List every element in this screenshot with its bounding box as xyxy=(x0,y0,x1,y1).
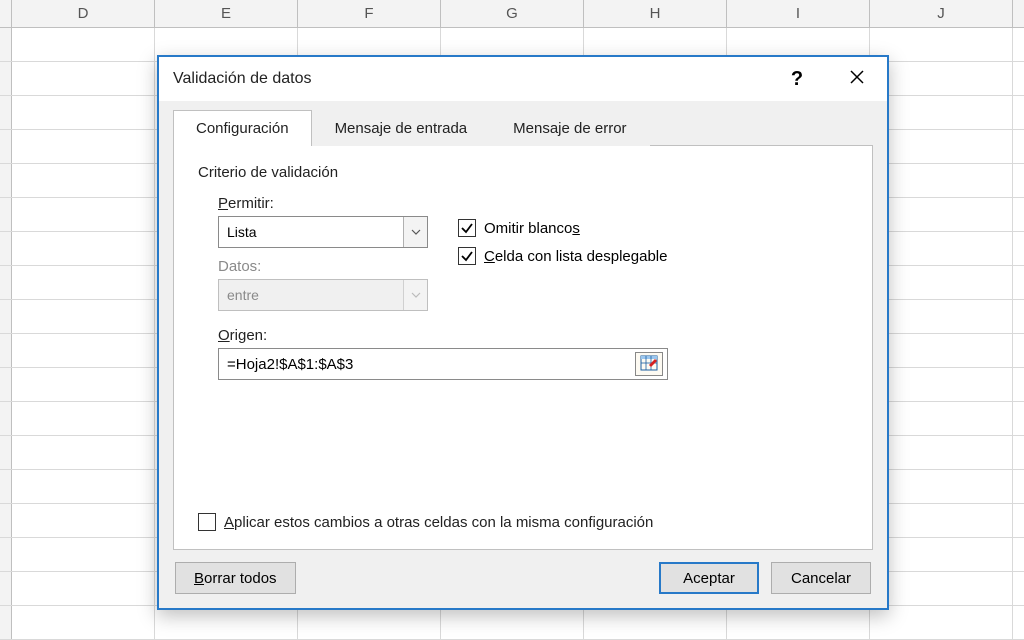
ignore-blank-checkbox[interactable] xyxy=(458,219,476,237)
data-select: entre xyxy=(218,279,428,311)
validation-criteria-label: Criterio de validación xyxy=(198,164,848,181)
apply-to-other-cells-checkbox[interactable] xyxy=(198,513,216,531)
tab-input-message[interactable]: Mensaje de entrada xyxy=(312,110,491,146)
in-cell-dropdown-checkbox[interactable] xyxy=(458,247,476,265)
data-validation-dialog: Validación de datos ? Configuración Mens… xyxy=(157,55,889,610)
col-header-h[interactable]: H xyxy=(584,0,727,27)
range-picker-icon xyxy=(640,355,658,374)
tab-configuration[interactable]: Configuración xyxy=(173,110,312,146)
accept-button[interactable]: Aceptar xyxy=(659,562,759,594)
col-header-f[interactable]: F xyxy=(298,0,441,27)
data-value: entre xyxy=(227,287,259,303)
data-label: Datos: xyxy=(218,258,428,275)
source-input[interactable] xyxy=(219,349,635,379)
allow-label: Permitir: xyxy=(218,195,428,212)
chevron-down-icon xyxy=(403,217,427,247)
col-header-g[interactable]: G xyxy=(441,0,584,27)
apply-to-other-cells-row[interactable]: Aplicar estos cambios a otras celdas con… xyxy=(198,473,848,531)
dialog-title: Validación de datos xyxy=(173,70,311,88)
chevron-down-icon xyxy=(403,280,427,310)
col-header-i[interactable]: I xyxy=(727,0,870,27)
close-button[interactable] xyxy=(827,57,887,101)
allow-select[interactable]: Lista xyxy=(218,216,428,248)
clear-all-button[interactable]: Borrar todos xyxy=(175,562,296,594)
in-cell-dropdown-label: Celda con lista desplegable xyxy=(484,248,667,265)
in-cell-dropdown-checkbox-row[interactable]: Celda con lista desplegable xyxy=(458,247,667,265)
titlebar: Validación de datos ? xyxy=(159,57,887,101)
range-picker-button[interactable] xyxy=(635,352,663,376)
tab-bar: Configuración Mensaje de entrada Mensaje… xyxy=(173,109,873,146)
allow-value: Lista xyxy=(227,224,257,240)
ignore-blank-checkbox-row[interactable]: Omitir blancos xyxy=(458,219,667,237)
cancel-button[interactable]: Cancelar xyxy=(771,562,871,594)
col-header-j[interactable]: J xyxy=(870,0,1013,27)
close-icon xyxy=(849,68,865,91)
source-label: Origen: xyxy=(218,327,848,344)
col-header-d[interactable]: D xyxy=(12,0,155,27)
tab-error-message[interactable]: Mensaje de error xyxy=(490,110,649,146)
help-button[interactable]: ? xyxy=(767,57,827,101)
ignore-blank-label: Omitir blancos xyxy=(484,220,580,237)
col-header-e[interactable]: E xyxy=(155,0,298,27)
apply-to-other-cells-label: Aplicar estos cambios a otras celdas con… xyxy=(224,514,653,531)
